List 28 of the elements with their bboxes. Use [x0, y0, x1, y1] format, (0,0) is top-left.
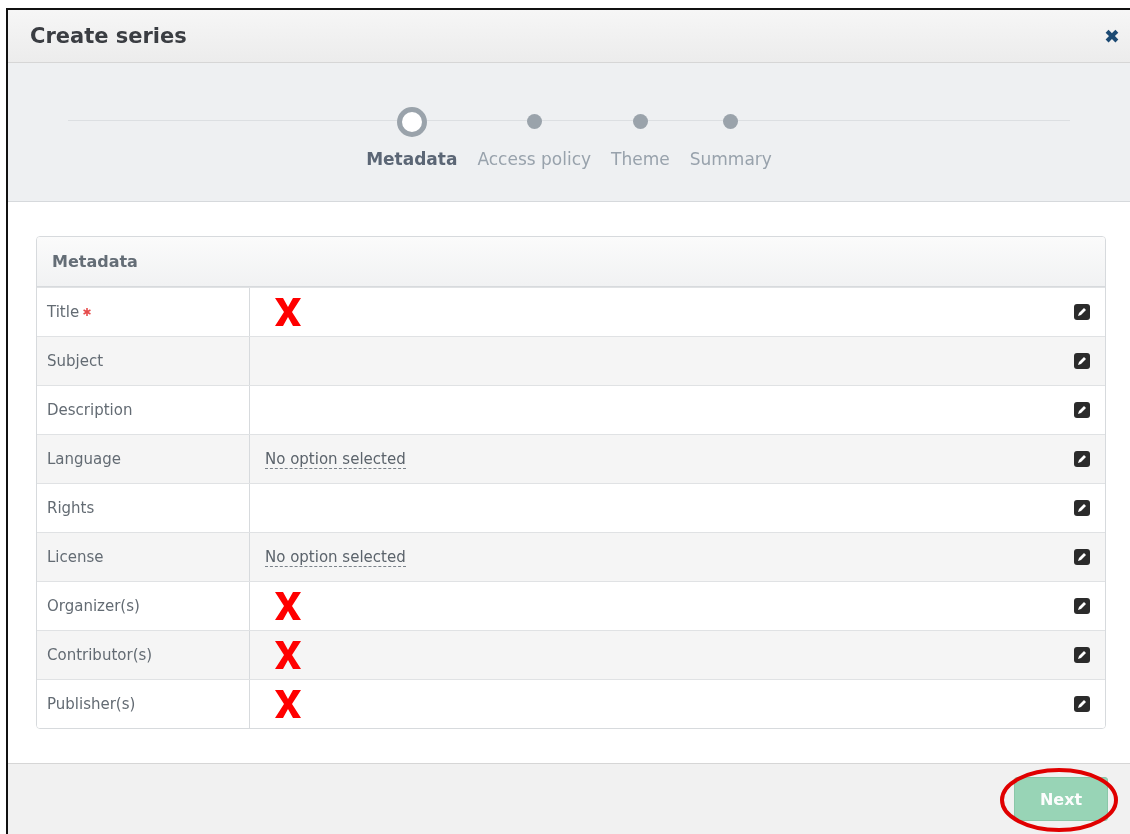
- edit-icon[interactable]: [1073, 303, 1091, 322]
- edit-icon[interactable]: [1073, 352, 1091, 371]
- dialog-title: Create series: [30, 24, 187, 49]
- field-label: Language: [47, 450, 122, 469]
- field-label: Publisher(s): [47, 695, 136, 714]
- field-label: License: [47, 548, 104, 567]
- select-value[interactable]: No option selected: [265, 449, 406, 469]
- edit-icon[interactable]: [1073, 499, 1091, 518]
- card-title: Metadata: [52, 252, 138, 272]
- field-label: Description: [47, 401, 133, 420]
- wizard-step[interactable]: Metadata: [360, 107, 464, 202]
- field-label: Subject: [47, 352, 104, 371]
- edit-icon[interactable]: [1073, 548, 1091, 567]
- cross-mark-icon: [273, 590, 303, 623]
- close-button[interactable]: ✖: [1104, 24, 1120, 48]
- edit-icon[interactable]: [1073, 695, 1091, 714]
- cross-mark-icon: [273, 688, 303, 721]
- edit-icon[interactable]: [1073, 450, 1091, 469]
- field-label: Organizer(s): [47, 597, 140, 616]
- select-value[interactable]: No option selected: [265, 547, 406, 567]
- edit-icon[interactable]: [1073, 597, 1091, 616]
- edit-icon[interactable]: [1073, 401, 1091, 420]
- cross-mark-icon: [273, 296, 303, 329]
- cross-mark-icon: [273, 639, 303, 672]
- field-label: Title: [47, 303, 80, 322]
- edit-icon[interactable]: [1073, 646, 1091, 665]
- field-label: Rights: [47, 499, 95, 518]
- field-label: Contributor(s): [47, 646, 153, 665]
